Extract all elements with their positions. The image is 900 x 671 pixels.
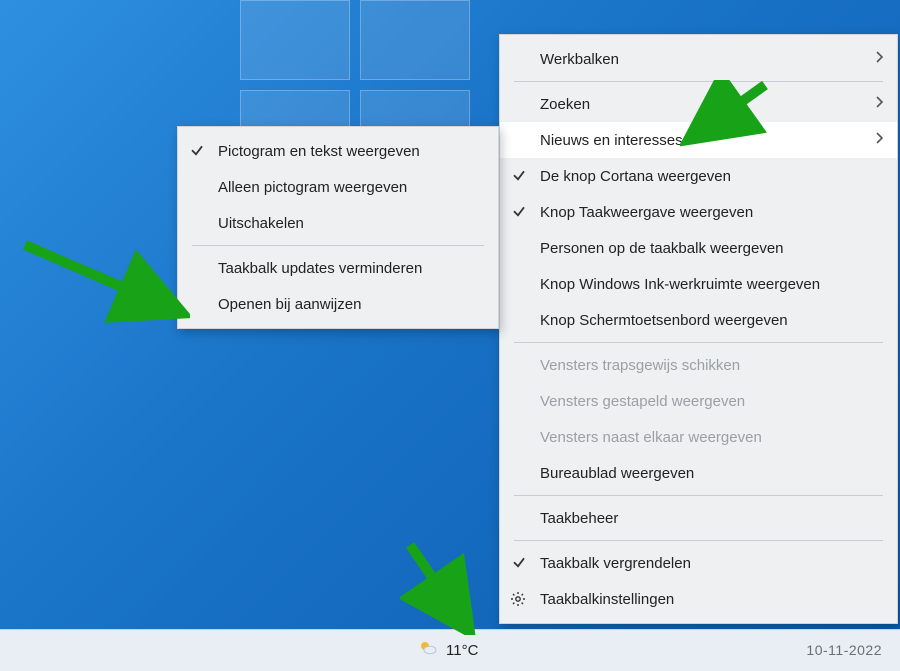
- date-text: 10-11-2022: [806, 642, 882, 658]
- check-icon: [512, 204, 526, 218]
- taskbar[interactable]: 11°C 10-11-2022: [0, 629, 900, 671]
- menu-item-zoeken[interactable]: Zoeken: [500, 86, 897, 122]
- menu-item-cortana[interactable]: De knop Cortana weergeven: [500, 158, 897, 194]
- taskbar-date[interactable]: 10-11-2022: [806, 629, 882, 671]
- taskbar-context-menu: Werkbalken Zoeken Nieuws en interesses D…: [499, 34, 898, 624]
- menu-label: Knop Taakweergave weergeven: [540, 204, 753, 221]
- menu-label: Vensters naast elkaar weergeven: [540, 429, 762, 446]
- menu-label: Uitschakelen: [218, 215, 304, 232]
- desktop: Werkbalken Zoeken Nieuws en interesses D…: [0, 0, 900, 671]
- weather-temp: 11°C: [446, 642, 478, 659]
- menu-item-ink[interactable]: Knop Windows Ink-werkruimte weergeven: [500, 266, 897, 302]
- menu-label: Zoeken: [540, 96, 590, 113]
- menu-item-schermtoetsenbord[interactable]: Knop Schermtoetsenbord weergeven: [500, 302, 897, 338]
- menu-item-taakweergave[interactable]: Knop Taakweergave weergeven: [500, 194, 897, 230]
- menu-item-naast-elkaar: Vensters naast elkaar weergeven: [500, 419, 897, 455]
- menu-label: Taakbalk updates verminderen: [218, 260, 422, 277]
- separator: [514, 540, 883, 541]
- annotation-arrow-icon: [20, 240, 190, 330]
- menu-item-personen[interactable]: Personen op de taakbalk weergeven: [500, 230, 897, 266]
- nieuws-en-interesses-submenu: Pictogram en tekst weergeven Alleen pict…: [177, 126, 499, 329]
- menu-item-nieuws-en-interesses[interactable]: Nieuws en interesses: [500, 122, 897, 158]
- annotation-arrow-icon: [400, 540, 490, 635]
- menu-item-werkbalken[interactable]: Werkbalken: [500, 41, 897, 77]
- menu-label: Vensters trapsgewijs schikken: [540, 357, 740, 374]
- menu-label: Personen op de taakbalk weergeven: [540, 240, 784, 257]
- menu-label: Openen bij aanwijzen: [218, 296, 361, 313]
- menu-item-trapsgewijs: Vensters trapsgewijs schikken: [500, 347, 897, 383]
- separator: [514, 495, 883, 496]
- check-icon: [512, 168, 526, 182]
- separator: [514, 342, 883, 343]
- menu-item-instellingen[interactable]: Taakbalkinstellingen: [500, 581, 897, 617]
- menu-label: Taakbalk vergrendelen: [540, 555, 691, 572]
- separator: [192, 245, 484, 246]
- menu-label: De knop Cortana weergeven: [540, 168, 731, 185]
- submenu-item-updates[interactable]: Taakbalk updates verminderen: [178, 250, 498, 286]
- menu-label: Pictogram en tekst weergeven: [218, 143, 420, 160]
- submenu-item-openen-bij-aanwijzen[interactable]: Openen bij aanwijzen: [178, 286, 498, 322]
- submenu-item-alleen-pictogram[interactable]: Alleen pictogram weergeven: [178, 169, 498, 205]
- submenu-item-uitschakelen[interactable]: Uitschakelen: [178, 205, 498, 241]
- menu-label: Vensters gestapeld weergeven: [540, 393, 745, 410]
- submenu-item-pictogram-tekst[interactable]: Pictogram en tekst weergeven: [178, 133, 498, 169]
- chevron-right-icon: [875, 95, 885, 113]
- separator: [514, 81, 883, 82]
- chevron-right-icon: [875, 50, 885, 68]
- menu-label: Bureaublad weergeven: [540, 465, 694, 482]
- menu-label: Werkbalken: [540, 51, 619, 68]
- menu-label: Taakbalkinstellingen: [540, 591, 674, 608]
- weather-widget[interactable]: 11°C: [416, 629, 478, 671]
- menu-label: Taakbeheer: [540, 510, 618, 527]
- menu-item-bureaublad[interactable]: Bureaublad weergeven: [500, 455, 897, 491]
- check-icon: [512, 555, 526, 569]
- menu-label: Nieuws en interesses: [540, 132, 683, 149]
- menu-item-gestapeld: Vensters gestapeld weergeven: [500, 383, 897, 419]
- menu-item-vergrendelen[interactable]: Taakbalk vergrendelen: [500, 545, 897, 581]
- menu-label: Alleen pictogram weergeven: [218, 179, 407, 196]
- menu-item-taakbeheer[interactable]: Taakbeheer: [500, 500, 897, 536]
- chevron-right-icon: [875, 131, 885, 149]
- menu-label: Knop Schermtoetsenbord weergeven: [540, 312, 788, 329]
- weather-icon: [416, 636, 440, 664]
- menu-label: Knop Windows Ink-werkruimte weergeven: [540, 276, 820, 293]
- gear-icon: [510, 591, 526, 607]
- check-icon: [190, 143, 204, 157]
